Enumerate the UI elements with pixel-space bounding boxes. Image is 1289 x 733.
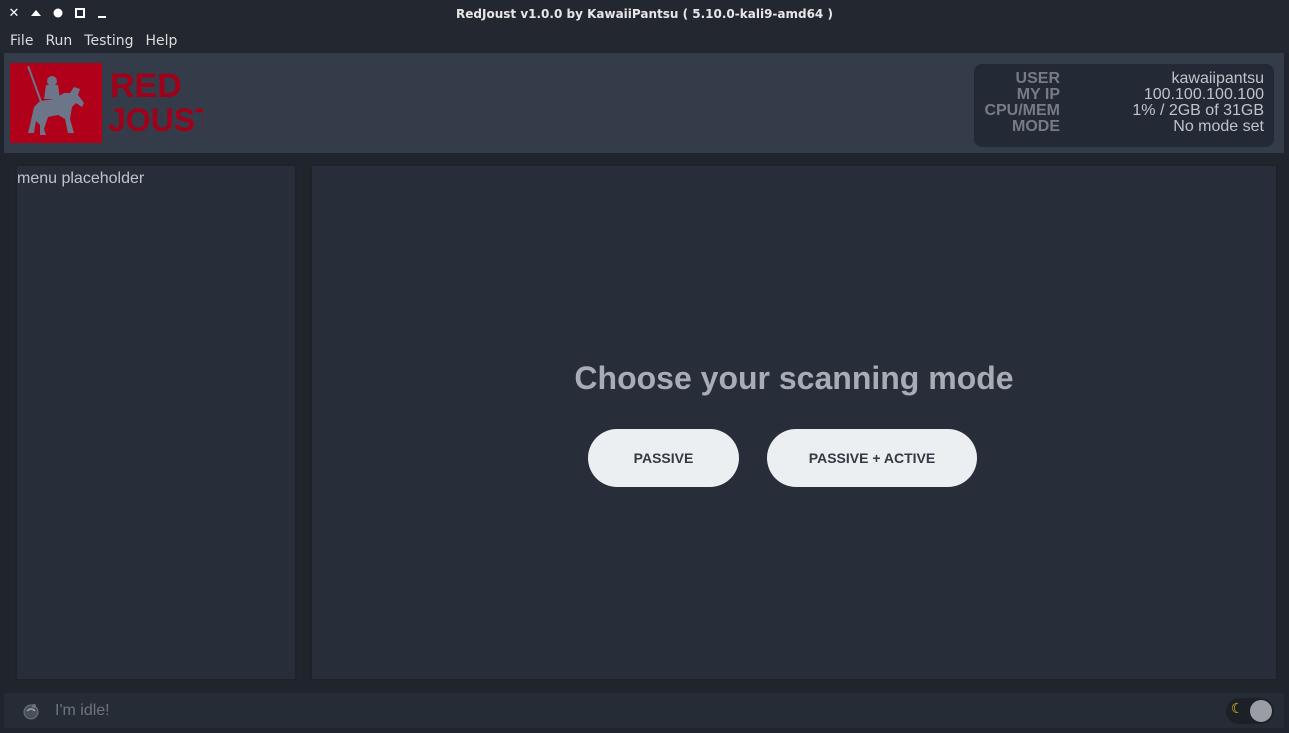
minimize-icon[interactable]	[96, 6, 108, 20]
info-row-mode: MODE No mode set	[984, 119, 1264, 135]
window-title: RedJoust v1.0.0 by KawaiiPantsu ( 5.10.0…	[456, 7, 833, 21]
info-key: USER	[1015, 70, 1060, 87]
logo-text-red: RED	[110, 67, 182, 105]
stick-icon[interactable]	[52, 6, 64, 20]
info-row-user: USER kawaiipantsu	[984, 71, 1264, 87]
status-bar: I'm idle! ☾	[4, 693, 1284, 728]
shade-icon[interactable]	[30, 6, 42, 20]
sidebar-menu: menu placeholder	[15, 164, 297, 681]
moon-icon: ☾	[1231, 701, 1244, 717]
menu-testing[interactable]: Testing	[78, 33, 139, 49]
menu-file[interactable]: File	[4, 33, 39, 49]
close-icon[interactable]: ✕	[8, 6, 20, 21]
logo-text-joust: JOUST	[108, 102, 203, 138]
info-value: kawaiipantsu	[1171, 70, 1265, 87]
toggle-knob	[1250, 700, 1272, 722]
info-row-ip: MY IP 100.100.100.100	[984, 87, 1264, 103]
info-row-cpu-mem: CPU/MEM 1% / 2GB of 31GB	[984, 103, 1264, 119]
page-title: Choose your scanning mode	[574, 360, 1014, 396]
window-controls: ✕	[8, 6, 108, 21]
redjoust-logo: RED JOUST	[10, 63, 215, 143]
main-panel: Choose your scanning mode PASSIVE PASSIV…	[310, 164, 1278, 681]
passive-active-mode-button[interactable]: PASSIVE + ACTIVE	[767, 429, 977, 487]
app-header: RED JOUST USER kawaiipantsu MY IP 100.10…	[4, 53, 1284, 153]
info-value: 1% / 2GB of 31GB	[1132, 102, 1264, 119]
idle-status-icon	[22, 702, 40, 720]
status-text: I'm idle!	[55, 702, 110, 719]
passive-mode-button[interactable]: PASSIVE	[588, 429, 739, 487]
maximize-icon[interactable]	[74, 6, 86, 20]
system-info-panel: USER kawaiipantsu MY IP 100.100.100.100 …	[974, 64, 1274, 147]
menu-run[interactable]: Run	[39, 33, 78, 49]
menu-placeholder-text: menu placeholder	[17, 170, 145, 187]
window-titlebar: ✕ RedJoust v1.0.0 by KawaiiPantsu ( 5.10…	[0, 0, 1289, 28]
theme-toggle[interactable]: ☾	[1226, 698, 1274, 724]
menubar: File Run Testing Help	[0, 28, 1289, 53]
info-key: MODE	[1012, 118, 1060, 135]
info-key: MY IP	[1016, 86, 1060, 103]
info-key: CPU/MEM	[984, 102, 1060, 119]
menu-help[interactable]: Help	[140, 33, 184, 49]
info-value: No mode set	[1173, 118, 1264, 135]
info-value: 100.100.100.100	[1143, 86, 1264, 103]
